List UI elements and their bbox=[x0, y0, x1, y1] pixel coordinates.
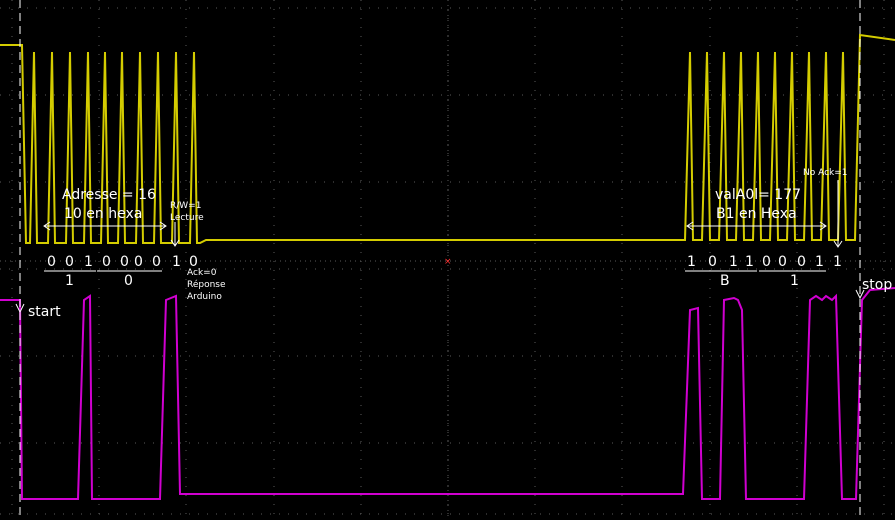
stop-label: stop bbox=[862, 277, 893, 293]
value-bit: 0 bbox=[797, 254, 806, 270]
ack-label-arduino: Arduino bbox=[187, 292, 222, 302]
address-title: Adresse = 16 bbox=[62, 187, 156, 203]
address-bit: 0 bbox=[134, 254, 143, 270]
address-bit: 0 bbox=[65, 254, 74, 270]
value-bit: 0 bbox=[762, 254, 771, 270]
value-bit: 1 bbox=[745, 254, 754, 270]
rw-label: R/W=1 bbox=[170, 201, 202, 211]
address-bit: 0 bbox=[47, 254, 56, 270]
address-hex-digit: 1 bbox=[65, 273, 74, 289]
value-hex: B1 en Hexa bbox=[716, 206, 797, 222]
ack-label: Ack=0 bbox=[187, 268, 217, 278]
ack-label-reponse: Réponse bbox=[187, 280, 226, 290]
no-ack-label: No Ack=1 bbox=[803, 168, 848, 178]
rw-bit: 1 bbox=[172, 254, 181, 270]
address-bit: 0 bbox=[152, 254, 161, 270]
value-hex-digit: B bbox=[720, 273, 730, 289]
address-hex-digit: 0 bbox=[124, 273, 133, 289]
address-hex: 10 en hexa bbox=[64, 206, 143, 222]
address-bit: 0 bbox=[120, 254, 129, 270]
channel2-scl-trace bbox=[0, 287, 895, 500]
value-bit: 0 bbox=[778, 254, 787, 270]
center-marker: × bbox=[444, 257, 452, 267]
address-bit: 1 bbox=[84, 254, 93, 270]
ack-bit: 0 bbox=[189, 254, 198, 270]
rw-mode-label: Lecture bbox=[170, 213, 204, 223]
value-bit: 1 bbox=[729, 254, 738, 270]
value-bit: 1 bbox=[687, 254, 696, 270]
value-title: valA0l= 177 bbox=[715, 187, 802, 203]
value-hex-digit: 1 bbox=[790, 273, 799, 289]
value-bit: 1 bbox=[815, 254, 824, 270]
address-bit: 0 bbox=[102, 254, 111, 270]
start-label: start bbox=[28, 304, 61, 320]
nack-bit: 1 bbox=[833, 254, 842, 270]
value-bit: 0 bbox=[708, 254, 717, 270]
